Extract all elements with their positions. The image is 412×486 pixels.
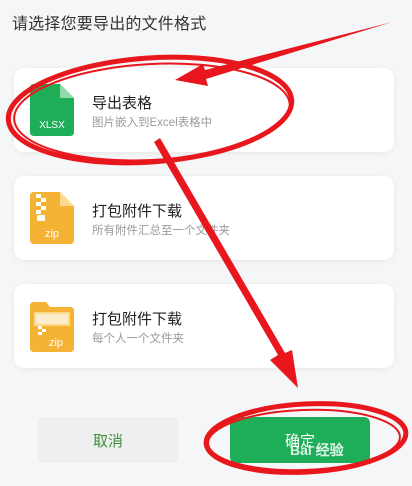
option-subtitle: 每个人一个文件夹 [92,333,184,345]
option-export-table[interactable]: XLSX 导出表格 图片嵌入到Excel表格中 [14,68,394,152]
watermark-url: jingyan.baidu.com [296,462,369,472]
zip-folder-icon: zip [30,300,74,352]
option-subtitle: 所有附件汇总至一个文件夹 [92,225,230,237]
cancel-button[interactable]: 取消 [38,417,178,463]
xlsx-icon-label: XLSX [39,120,65,131]
dialog-heading: 请选择您要导出的文件格式 [12,16,207,33]
option-title: 打包附件下载 [92,203,183,220]
option-title: 导出表格 [92,95,153,112]
zip-file-icon: zip [30,192,74,244]
option-pack-attachments-per-person[interactable]: zip 打包附件下载 每个人一个文件夹 [14,284,394,368]
option-title: 打包附件下载 [92,311,183,328]
option-pack-attachments-all[interactable]: zip 打包附件下载 所有附件汇总至一个文件夹 [14,176,394,260]
option-subtitle: 图片嵌入到Excel表格中 [92,117,213,129]
watermark-logo: Bai 经验 [290,442,344,458]
xlsx-file-icon: XLSX [30,84,74,136]
zip-icon-label: zip [45,228,59,240]
zip-folder-icon-label: zip [49,337,63,349]
